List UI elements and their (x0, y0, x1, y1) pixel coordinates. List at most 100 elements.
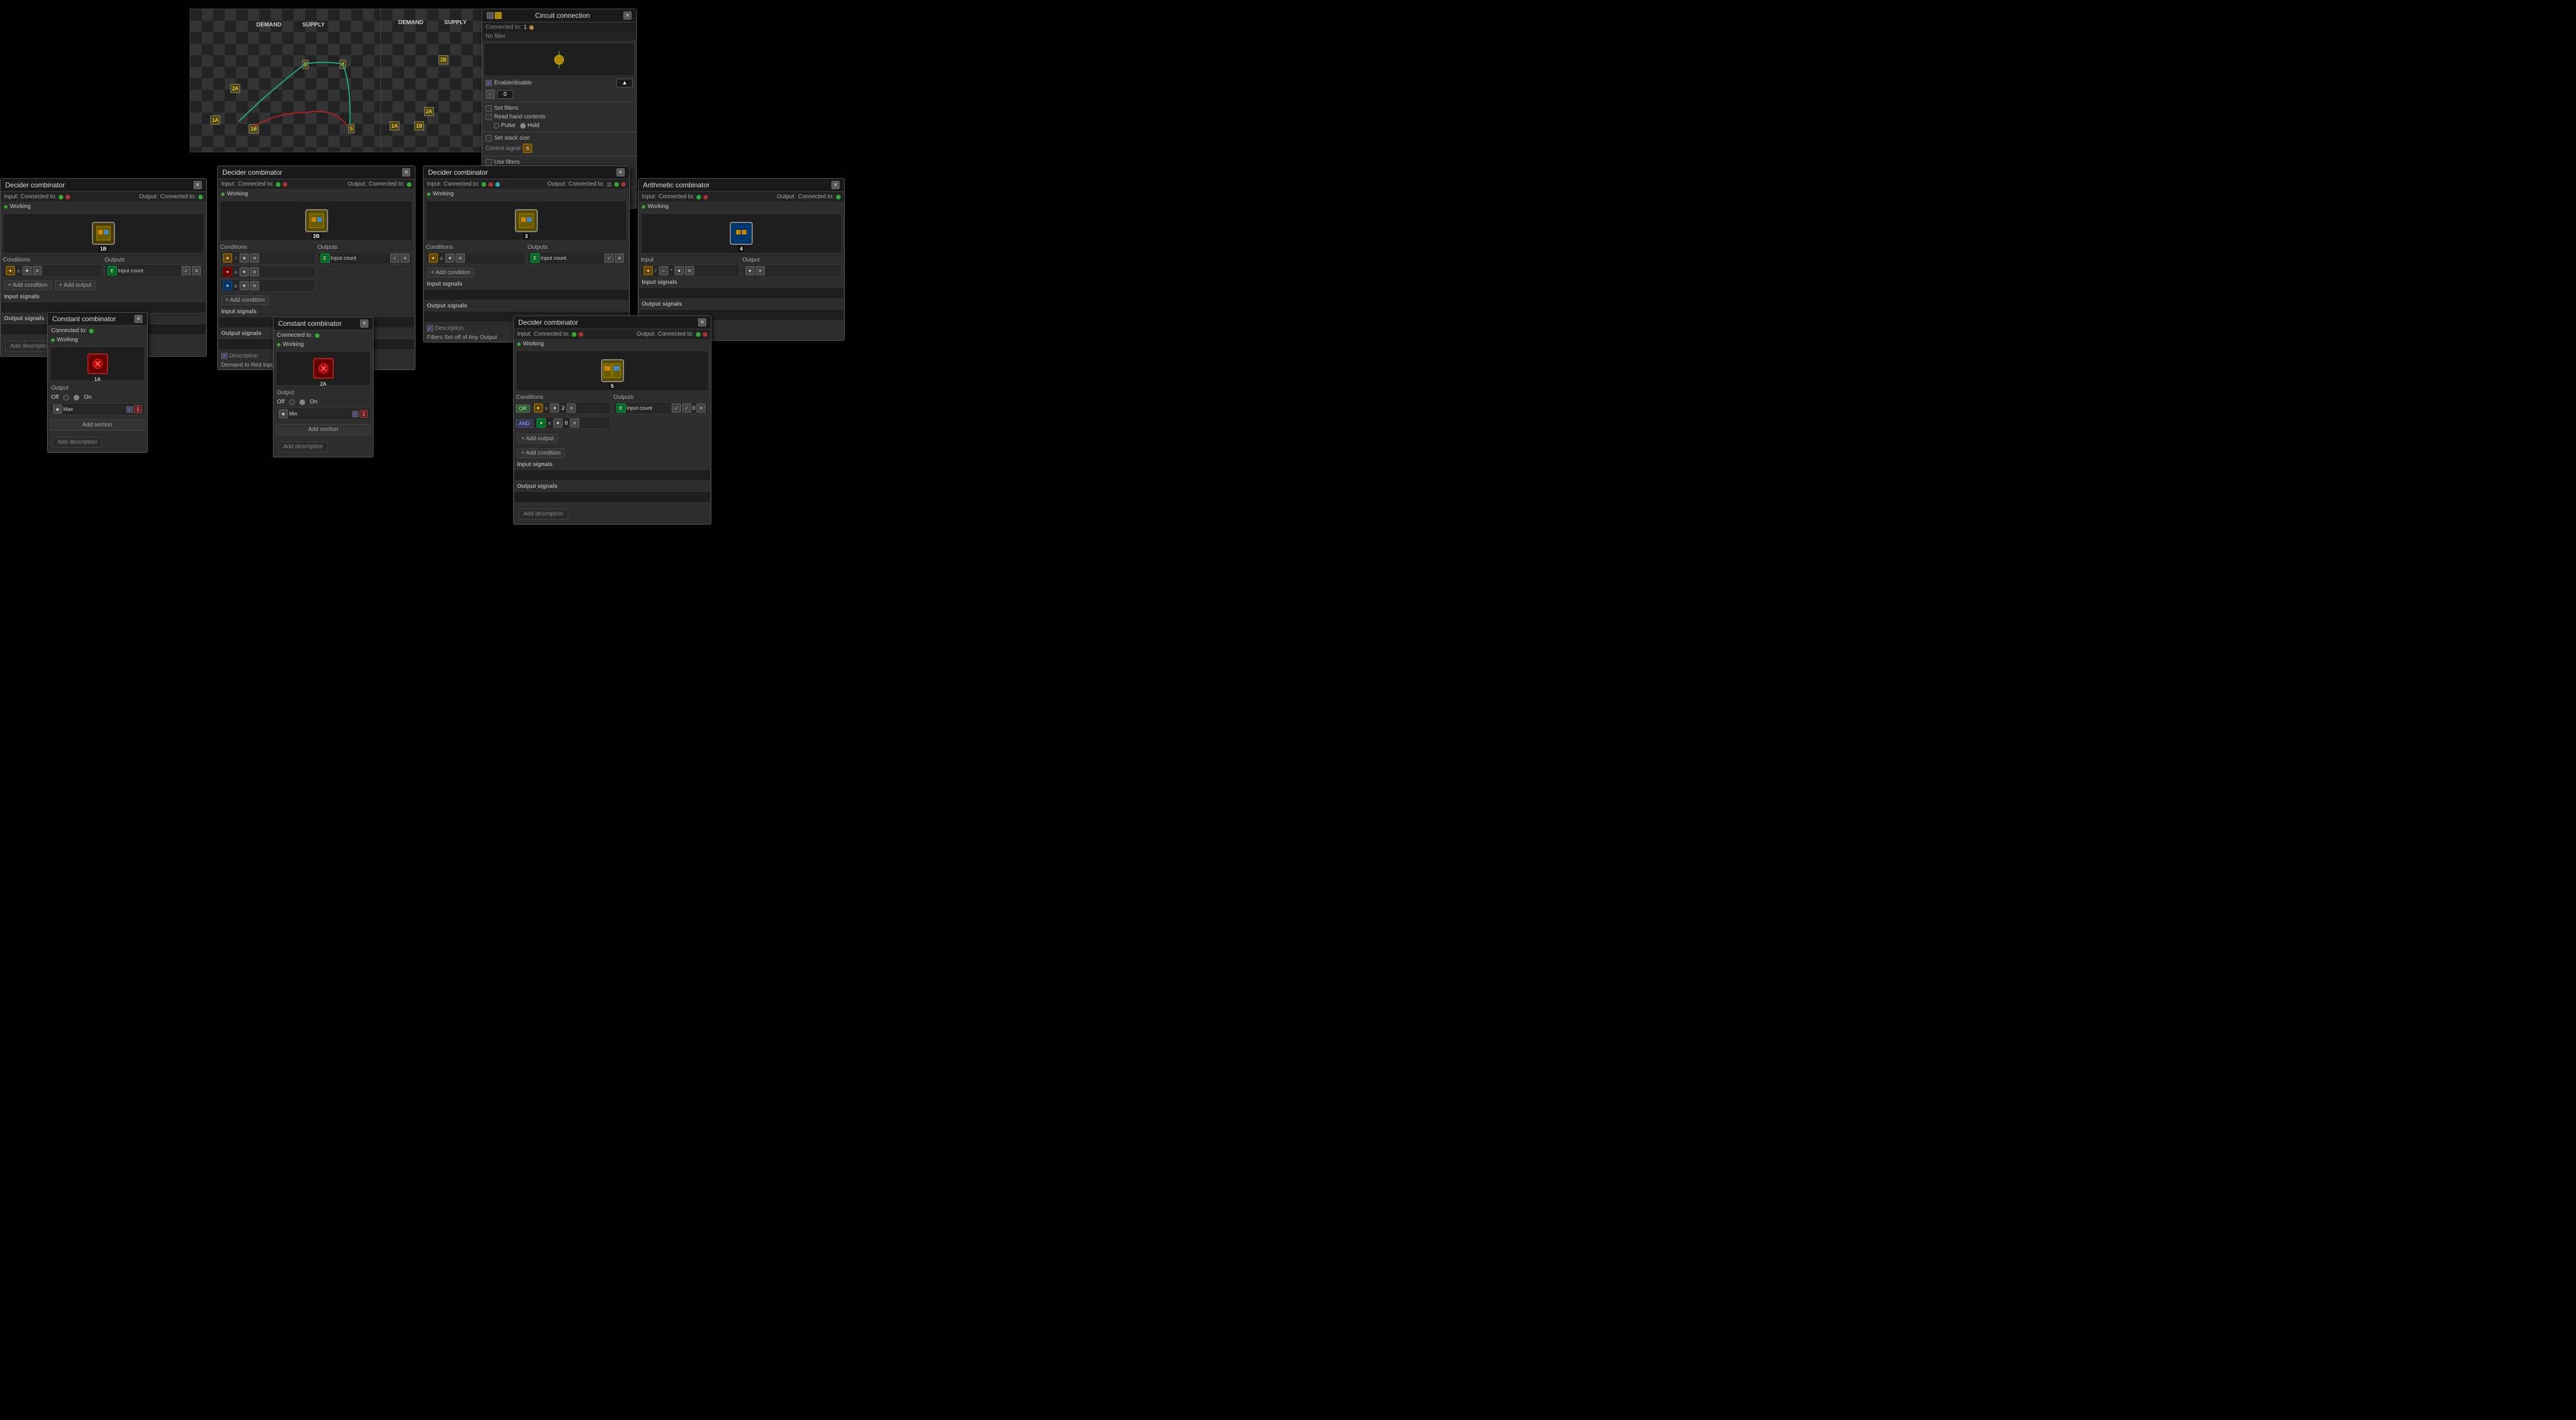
out-2a-del[interactable]: ✕ (401, 253, 410, 263)
close-decider-2-btn[interactable]: ✕ (402, 168, 410, 176)
set-filters-cb[interactable] (486, 105, 492, 111)
cond-5a-del[interactable]: ✕ (567, 403, 576, 413)
out-3a-check[interactable]: ✓ (604, 253, 614, 263)
control-signal-icon[interactable]: S (523, 144, 532, 153)
cond-2c-icon[interactable]: ✦ (223, 281, 232, 290)
cond-5b-icon[interactable]: ✦ (537, 418, 546, 428)
add-output-5-btn[interactable]: + Add output (517, 434, 557, 444)
cond-5b-del[interactable]: ✕ (570, 418, 579, 428)
const-1-titlebar[interactable]: Constant combinator ✕ (48, 313, 147, 326)
add-output-1-btn[interactable]: + Add output (55, 280, 95, 290)
out-5a-row[interactable]: E Input count ✓ ✓ 0 ✕ (614, 402, 709, 414)
const-2-sig-icon[interactable]: ★ (279, 409, 288, 418)
cond-3a-icon2[interactable]: ✦ (445, 253, 455, 263)
out-row-3a[interactable]: E Input count ✓ ✕ (527, 252, 627, 264)
hold-radio[interactable] (520, 123, 526, 129)
const-1-del-btn[interactable]: 1 (134, 405, 142, 413)
cond-3a-del[interactable]: ✕ (456, 253, 465, 263)
close-arithmetic-btn[interactable]: ✕ (831, 181, 840, 189)
decider-5-titlebar[interactable]: Decider combinator ✕ (514, 316, 711, 329)
set-stack-row[interactable]: Set stack size (482, 134, 636, 143)
decider-3-titlebar[interactable]: Decider combinator ✕ (423, 166, 629, 179)
arith-out-row[interactable]: ✦ ✕ (742, 264, 842, 277)
const-2-del-btn[interactable]: 1 (360, 410, 368, 418)
pulse-option[interactable]: Pulse (494, 122, 515, 129)
cond-del-1[interactable]: ✕ (33, 266, 42, 275)
arith-out-icon[interactable]: ✦ (745, 266, 754, 275)
cond-2b-icon2[interactable]: ✦ (240, 267, 249, 276)
const-1-output-row[interactable]: ★ Max ✓ 1 (50, 403, 145, 415)
cond-2b-icon[interactable]: ✦ (223, 267, 232, 276)
out-3a-del[interactable]: ✕ (615, 253, 624, 263)
cond-row-2a[interactable]: ✦ = ✦ ✕ (220, 252, 315, 264)
const-1-check[interactable]: ✓ (126, 406, 133, 413)
close-decider-1-btn[interactable]: ✕ (194, 181, 202, 189)
out-3a-icon[interactable]: E (530, 253, 540, 263)
const-2-on-off[interactable]: Off On (274, 398, 373, 406)
arith-in-del[interactable]: ✕ (685, 266, 694, 275)
const-2-titlebar[interactable]: Constant combinator ✕ (274, 317, 373, 330)
const-2-output-row[interactable]: ★ Min ✓ 1 (276, 407, 371, 420)
arithmetic-titlebar[interactable]: Arithmetic combinator ✕ (638, 179, 844, 192)
out-5a-icon[interactable]: E (617, 403, 626, 413)
close-const-1-btn[interactable]: ✕ (134, 315, 143, 323)
add-desc-const-2-btn[interactable]: Add description (278, 441, 328, 452)
close-decider-3-btn[interactable]: ✕ (617, 168, 625, 176)
cond-2c-icon2[interactable]: ✦ (240, 281, 249, 290)
arith-in-icon3[interactable]: ✦ (675, 266, 684, 275)
cond-5a-icon2[interactable]: ✦ (550, 403, 559, 413)
enable-number[interactable]: 0 (497, 90, 513, 99)
set-stack-cb[interactable] (486, 135, 492, 141)
add-section-2-btn[interactable]: Add section (276, 424, 371, 435)
out-del-1[interactable]: ✕ (192, 266, 201, 275)
decider-2-titlebar[interactable]: Decider combinator ✕ (218, 166, 415, 179)
set-filters-row[interactable]: Set filters (482, 104, 636, 113)
cond-3a-icon[interactable]: ✦ (429, 253, 438, 263)
use-filter-cb[interactable] (486, 159, 492, 166)
desc-cb-3[interactable]: ✓ (427, 325, 433, 332)
read-hand-cb[interactable] (486, 114, 492, 120)
const-1-on-radio[interactable] (74, 395, 79, 401)
cond-2a-del[interactable]: ✕ (250, 253, 259, 263)
read-hand-row[interactable]: Read hand contents (482, 113, 636, 121)
cond-icon-1[interactable]: ✦ (6, 266, 15, 275)
const-2-off-radio[interactable] (289, 399, 295, 405)
const-1-off-radio[interactable] (63, 395, 69, 401)
enable-value-up[interactable]: ▲ (617, 79, 633, 87)
enable-minus-btn[interactable]: − (486, 90, 495, 99)
close-circuit-btn[interactable]: ✕ (623, 11, 632, 20)
out-5a-del[interactable]: ✕ (696, 403, 706, 413)
pulse-radio[interactable] (494, 123, 499, 129)
decider-1-titlebar[interactable]: Decider combinator ✕ (1, 179, 206, 192)
desc-cb-2[interactable]: ✓ (221, 353, 228, 359)
const-1-on-off[interactable]: Off On (48, 393, 147, 402)
close-decider-5-btn[interactable]: ✕ (698, 318, 706, 326)
add-desc-const-1-btn[interactable]: Add description (52, 437, 102, 448)
arith-in-row[interactable]: ✦ / − * ✦ ✕ (641, 264, 740, 277)
cond-2a-icon2[interactable]: ✦ (240, 253, 249, 263)
const-2-check[interactable]: ✓ (352, 411, 359, 417)
output-row-1[interactable]: E Input count ✓ ✕ (105, 264, 204, 277)
cond-5b-icon2[interactable]: ✦ (553, 418, 563, 428)
add-cond-5-btn[interactable]: + Add condition (517, 448, 565, 458)
close-const-2-btn[interactable]: ✕ (360, 320, 368, 328)
condition-row-1[interactable]: ✦ ≥ ✦ ✕ (3, 264, 102, 277)
cond-row-2c[interactable]: ✦ ≤ ✦ ✕ (220, 279, 315, 292)
cond-5a-row[interactable]: ✦ ≥ ✦ 2 ✕ (531, 402, 611, 414)
enable-disable-row[interactable]: ✓ Enable/disable ▲ (482, 78, 636, 88)
cond-icon-2[interactable]: ✦ (22, 266, 32, 275)
add-cond-3-btn[interactable]: + Add condition (427, 268, 475, 278)
cond-row-2b[interactable]: ✦ ≥ ✦ ✕ (220, 265, 315, 278)
add-cond-2-btn[interactable]: + Add condition (221, 295, 269, 305)
out-row-2a[interactable]: E Input count ✓ ✕ (318, 252, 413, 264)
cond-row-3a[interactable]: ✦ ≥ ✦ ✕ (426, 252, 525, 264)
circuit-connection-titlebar[interactable]: Circuit connection ✕ (482, 9, 636, 22)
out-icon-1[interactable]: E (107, 266, 117, 275)
const-1-sig-icon[interactable]: ★ (53, 405, 62, 414)
enable-disable-cb[interactable]: ✓ (486, 80, 492, 86)
out-5a-check1[interactable]: ✓ (672, 403, 681, 413)
add-desc-5-btn[interactable]: Add description (518, 509, 568, 519)
cond-5b-row[interactable]: ✦ ≤ ✦ 0 ✕ (534, 417, 611, 429)
cond-5a-icon[interactable]: ✦ (534, 403, 543, 413)
arith-out-del[interactable]: ✕ (756, 266, 765, 275)
